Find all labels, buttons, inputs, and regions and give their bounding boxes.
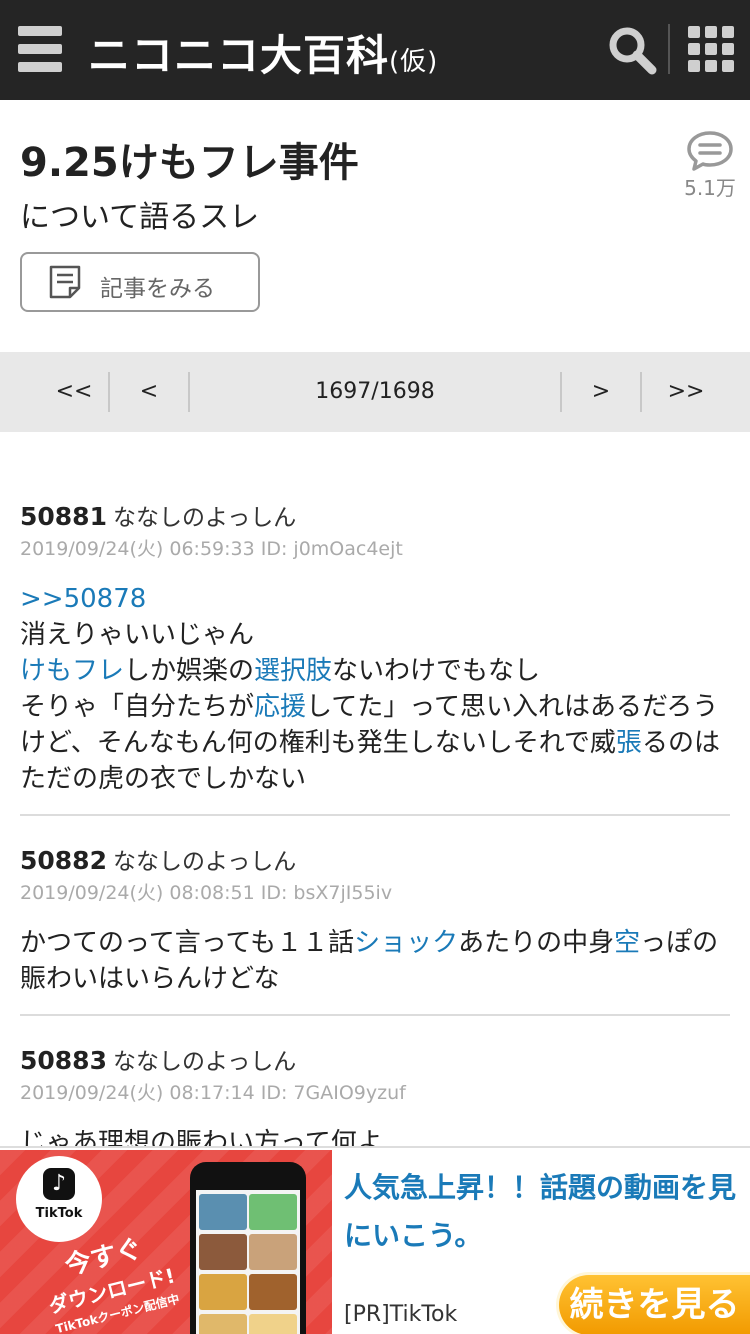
post-text: あたりの中身 <box>458 928 615 958</box>
page-title: 9.25けもフレ事件 <box>20 140 359 186</box>
ad-headline[interactable]: 人気急上昇！！話題の動画を見にいこう。 <box>344 1164 740 1260</box>
search-icon[interactable] <box>606 24 658 76</box>
keyword-link[interactable]: 選択肢 <box>254 656 332 686</box>
hamburger-icon[interactable] <box>18 26 62 72</box>
comment-icon[interactable] <box>686 130 734 172</box>
tiktok-badge: ♪ TikTok <box>16 1156 102 1242</box>
site-name-suffix: (仮) <box>389 47 439 77</box>
top-nav-bar: ニコニコ大百科(仮) <box>0 0 750 100</box>
keyword-link[interactable]: ショック <box>354 928 458 958</box>
keyword-link[interactable]: けもフレ <box>20 656 124 686</box>
post-number[interactable]: 50883 <box>20 1046 107 1075</box>
post-meta: 2019/09/24(火) 08:17:14 ID: 7GAIO9yzuf <box>20 1082 406 1104</box>
last-page-button[interactable]: >> <box>642 352 730 432</box>
page-subtitle: について語るスレ <box>20 200 260 235</box>
document-icon <box>49 265 81 299</box>
post-item: 50883 ななしのよっしん 2019/09/24(火) 08:17:14 ID:… <box>20 1042 730 1161</box>
site-name: ニコニコ大百科 <box>88 31 390 80</box>
ad-image[interactable]: ♪ TikTok 今すぐ ダウンロード! TikTokクーポン配信中 <box>0 1150 332 1334</box>
post-meta: 2019/09/24(火) 06:59:33 ID: j0mOac4ejt <box>20 538 403 560</box>
comment-count: 5.1万 <box>684 176 736 200</box>
reply-link[interactable]: >>50878 <box>20 584 146 614</box>
phone-screen <box>196 1190 300 1334</box>
post-meta: 2019/09/24(火) 08:08:51 ID: bsX7jI55iv <box>20 882 393 904</box>
post-item: 50882 ななしのよっしん 2019/09/24(火) 08:08:51 ID:… <box>20 842 730 997</box>
view-article-label: 記事をみる <box>100 276 215 302</box>
keyword-link[interactable]: 応援 <box>254 692 306 722</box>
header-divider <box>668 24 670 74</box>
post-author: ななしのよっしん <box>112 1049 297 1075</box>
ad-badge-name: TikTok <box>35 1206 83 1221</box>
phone-mockup <box>190 1162 306 1334</box>
post-body: >>50878 消えりゃいいじゃん けもフレしか娯楽の選択肢ないわけでもなし そ… <box>20 581 730 797</box>
post-author: ななしのよっしん <box>112 849 297 875</box>
post-text: かつてのって言っても１１話 <box>20 928 355 958</box>
post-divider <box>20 1014 730 1016</box>
keyword-link[interactable]: 空 <box>614 928 640 958</box>
post-text: しか娯楽の <box>124 656 255 686</box>
pagination-bar: << < 1697/1698 > >> <box>0 352 750 432</box>
post-author: ななしのよっしん <box>112 505 297 531</box>
post-text: ないわけでもなし <box>332 656 541 686</box>
post-text: 消えりゃいいじゃん <box>20 620 255 650</box>
prev-page-button[interactable]: < <box>110 352 188 432</box>
ad-banner[interactable]: ♪ TikTok 今すぐ ダウンロード! TikTokクーポン配信中 人気急上昇… <box>0 1146 750 1334</box>
grid-icon[interactable] <box>688 26 734 72</box>
post-body: かつてのって言っても１１話ショックあたりの中身空っぽの賑わいはいらんけどな <box>20 925 730 997</box>
page-position: 1697/1698 <box>315 379 435 404</box>
site-logo[interactable]: ニコニコ大百科(仮) <box>88 22 438 83</box>
post-text: そりゃ「自分たちが <box>20 692 255 722</box>
post-item: 50881 ななしのよっしん 2019/09/24(火) 06:59:33 ID:… <box>20 498 730 797</box>
next-page-button[interactable]: > <box>562 352 640 432</box>
post-number[interactable]: 50882 <box>20 846 107 875</box>
view-article-button[interactable]: 記事をみる <box>20 252 260 312</box>
ad-source: [PR]TikTok <box>344 1302 458 1327</box>
keyword-link[interactable]: 張 <box>616 728 642 758</box>
post-number[interactable]: 50881 <box>20 502 107 531</box>
tiktok-icon: ♪ <box>43 1168 75 1200</box>
ad-cta-button[interactable]: 続きを見る <box>556 1272 750 1334</box>
first-page-button[interactable]: << <box>40 352 108 432</box>
post-divider <box>20 814 730 816</box>
